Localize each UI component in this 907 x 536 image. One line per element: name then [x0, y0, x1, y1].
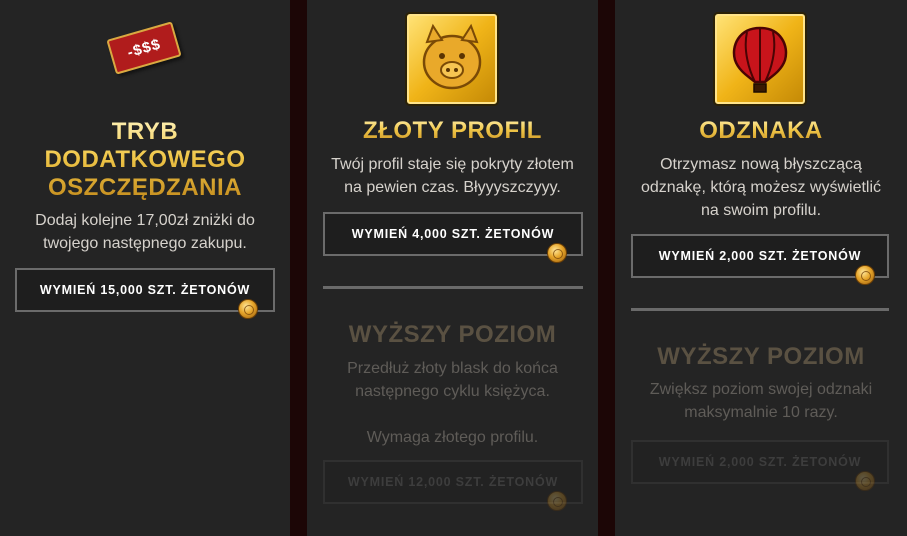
card-title: ODZNAKA — [615, 117, 907, 145]
price-tag-label: -$$$ — [125, 35, 163, 61]
hot-air-balloon-badge-icon — [715, 14, 805, 104]
golden-pig-icon — [407, 14, 497, 104]
reward-card-gold-profile: ZŁOTY PROFIL Twój profil staje się pokry… — [307, 0, 598, 536]
token-coin-icon — [238, 299, 258, 319]
section-divider — [323, 286, 583, 289]
card-description: Otrzymasz nową błyszczącą odznakę, którą… — [640, 156, 882, 219]
token-coin-icon — [547, 491, 567, 511]
card-description: Twój profil staje się pokryty złotem na … — [331, 156, 574, 196]
card-title: ZŁOTY PROFIL — [307, 117, 598, 145]
redeem-badge-upgrade-button: WYMIEŃ 2,000 SZT. ŻETONÓW — [631, 440, 889, 484]
redeem-extra-savings-button[interactable]: WYMIEŃ 15,000 SZT. ŻETONÓW — [15, 268, 275, 312]
card-description: Dodaj kolejne 17,00zł zniżki do twojego … — [35, 212, 255, 252]
button-label: WYMIEŃ 15,000 SZT. ŻETONÓW — [39, 283, 251, 297]
button-label: WYMIEŃ 2,000 SZT. ŻETONÓW — [658, 455, 862, 469]
token-coin-icon — [547, 243, 567, 263]
button-label: WYMIEŃ 4,000 SZT. ŻETONÓW — [351, 227, 555, 241]
section-divider — [631, 308, 889, 311]
upgrade-description: Zwiększ poziom swojej odznaki maksymalni… — [649, 381, 873, 421]
redeem-badge-button[interactable]: WYMIEŃ 2,000 SZT. ŻETONÓW — [631, 234, 889, 278]
column-separator — [290, 0, 307, 536]
redeem-gold-profile-button[interactable]: WYMIEŃ 4,000 SZT. ŻETONÓW — [323, 212, 583, 256]
column-separator — [598, 0, 615, 536]
token-coin-icon — [855, 265, 875, 285]
hot-air-balloon-graphic — [732, 26, 788, 93]
button-label: WYMIEŃ 2,000 SZT. ŻETONÓW — [658, 249, 862, 263]
golden-pig-icon-graphic — [422, 23, 482, 90]
upgrade-description: Przedłuż złoty blask do końca następnego… — [347, 360, 558, 446]
redeem-gold-profile-upgrade-button: WYMIEŃ 12,000 SZT. ŻETONÓW — [323, 460, 583, 504]
reward-card-extra-savings: -$$$ TRYB DODATKOWEGO OSZCZĘDZANIA Dodaj… — [0, 0, 290, 536]
upgrade-title: WYŻSZY POZIOM — [348, 321, 557, 348]
upgrade-title: WYŻSZY POZIOM — [657, 343, 865, 370]
token-coin-icon — [855, 471, 875, 491]
reward-card-badge: ODZNAKA Otrzymasz nową błyszczącą odznak… — [615, 0, 907, 536]
price-tag-icon: -$$$ — [106, 21, 182, 75]
card-title: TRYB DODATKOWEGO OSZCZĘDZANIA — [0, 118, 290, 202]
button-label: WYMIEŃ 12,000 SZT. ŻETONÓW — [347, 475, 559, 489]
